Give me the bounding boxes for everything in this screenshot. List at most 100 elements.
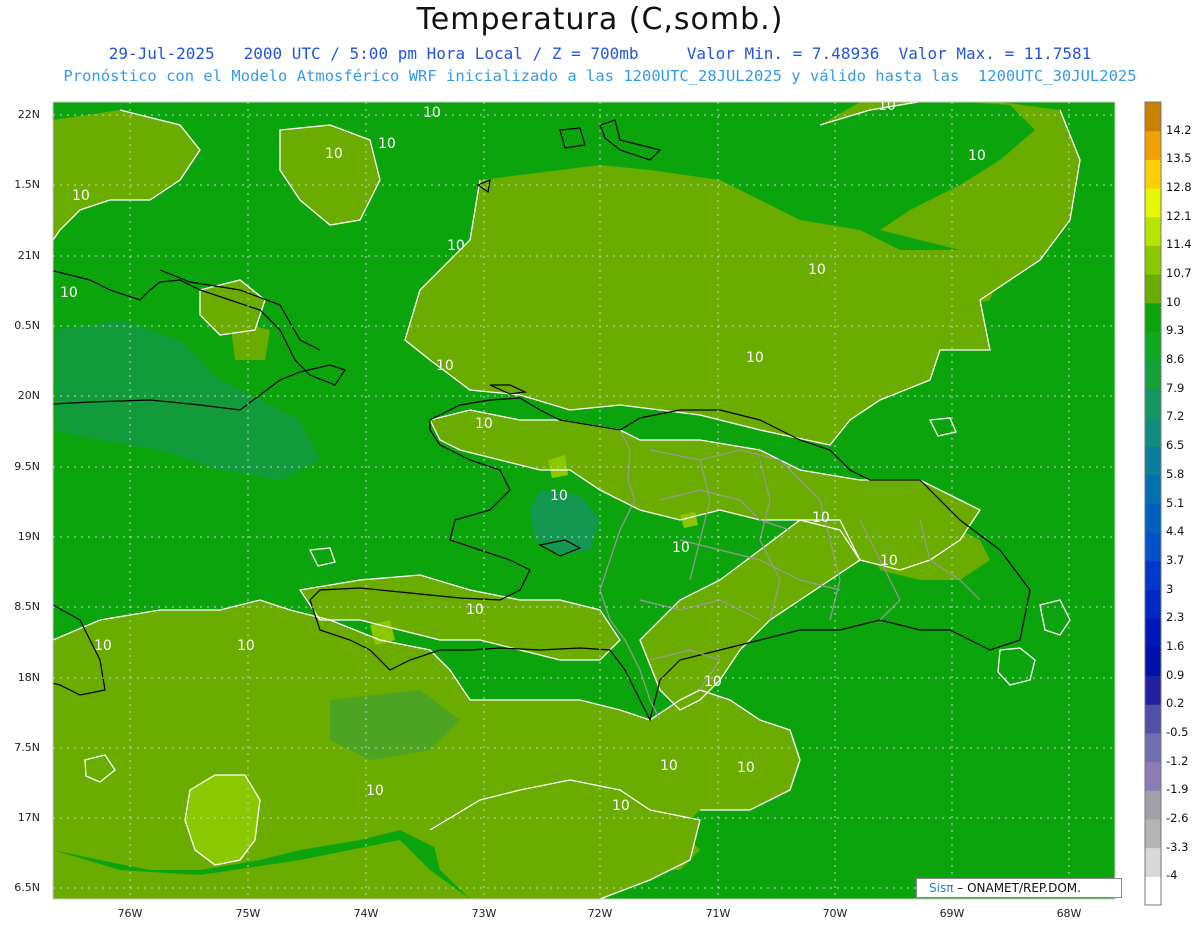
colorbar-label: 5.1 — [1166, 495, 1185, 510]
colorbar-swatch — [1145, 732, 1161, 763]
lat-label: 8.5N — [14, 600, 40, 613]
colorbar-swatch — [1145, 560, 1161, 591]
contour-value-label: 10 — [880, 553, 898, 569]
contour-value-label: 10 — [378, 136, 396, 152]
contour-value-label: 10 — [423, 105, 441, 121]
contour-value-label: 10 — [466, 602, 484, 618]
sispi-logo-text: Sisπ — [929, 881, 954, 895]
colorbar — [1144, 101, 1162, 906]
colorbar-swatch — [1145, 589, 1161, 619]
colorbar-label: 3 — [1166, 581, 1174, 596]
colorbar-swatch — [1145, 618, 1161, 648]
temperature-map: 10 10 10 10 10 10 10 10 10 10 10 10 10 10 10 10 10 10 10 10… — [52, 98, 1162, 906]
colorbar-swatch — [1145, 532, 1161, 562]
colorbar-swatch — [1145, 302, 1161, 332]
colorbar-swatch — [1145, 646, 1161, 677]
credit-box: Sisπ – ONAMET/REP.DOM. — [916, 878, 1122, 898]
colorbar-swatch — [1145, 245, 1161, 275]
contour-value-label: 10 — [746, 350, 764, 366]
colorbar-label: 10.7 — [1166, 266, 1192, 281]
lat-label: 19N — [17, 530, 40, 543]
contour-value-label: 10 — [366, 783, 384, 799]
colorbar-label: -4 — [1166, 868, 1178, 883]
contour-value-label: 10 — [808, 262, 826, 278]
contour-value-label: 10 — [237, 638, 255, 654]
map-plot-area — [53, 102, 1115, 899]
contour-value-label: 10 — [436, 358, 454, 374]
contour-value-label: 10 — [660, 758, 678, 774]
colorbar-swatch — [1145, 188, 1161, 218]
colorbar-label: 11.4 — [1166, 237, 1192, 252]
contour-value-label: 10 — [672, 540, 690, 556]
lat-label: 22N — [17, 108, 40, 121]
colorbar-swatch — [1145, 790, 1161, 820]
colorbar-label: 2.3 — [1166, 610, 1185, 625]
lat-label: 21N — [17, 249, 40, 262]
colorbar-swatch — [1145, 876, 1161, 906]
colorbar-swatch — [1145, 331, 1161, 361]
lon-label: 74W — [353, 907, 379, 920]
colorbar-label: -1.2 — [1166, 753, 1189, 768]
colorbar-label: 7.9 — [1166, 380, 1185, 395]
contour-value-label: 10 — [72, 188, 90, 204]
colorbar-swatch — [1145, 388, 1161, 418]
colorbar-swatch — [1145, 102, 1161, 132]
colorbar-swatch — [1145, 274, 1161, 304]
contour-value-label: 10 — [737, 760, 755, 776]
lon-label: 73W — [471, 907, 497, 920]
colorbar-swatch — [1145, 360, 1161, 390]
colorbar-label: 12.1 — [1166, 208, 1192, 223]
colorbar-label: -3.3 — [1166, 839, 1189, 854]
colorbar-label: 3.7 — [1166, 552, 1185, 567]
lat-label: 1.5N — [14, 178, 40, 191]
colorbar-label: 0.9 — [1166, 667, 1185, 682]
colorbar-swatch — [1145, 503, 1161, 533]
lon-label: 71W — [705, 907, 731, 920]
colorbar-label: 10 — [1166, 294, 1181, 309]
lon-label: 75W — [235, 907, 261, 920]
lon-label: 70W — [822, 907, 848, 920]
colorbar-label: 13.5 — [1166, 151, 1192, 166]
contour-value-label: 10 — [94, 638, 112, 654]
lat-label: 20N — [17, 389, 40, 402]
colorbar-swatch — [1145, 159, 1161, 189]
credit-org: – ONAMET/REP.DOM. — [953, 881, 1081, 895]
lat-label: 0.5N — [14, 319, 40, 332]
contour-value-label: 10 — [968, 148, 986, 164]
colorbar-label: -2.6 — [1166, 810, 1189, 825]
lat-label: 17N — [17, 811, 40, 824]
lat-label: 6.5N — [14, 881, 40, 894]
colorbar-label: 14.2 — [1166, 122, 1192, 137]
colorbar-label: 1.6 — [1166, 638, 1185, 653]
colorbar-label: 9.3 — [1166, 323, 1185, 338]
colorbar-swatch — [1145, 761, 1161, 791]
contour-value-label: 10 — [612, 798, 630, 814]
colorbar-swatch — [1145, 675, 1161, 705]
contour-value-label: 10 — [447, 238, 465, 254]
lat-label: 7.5N — [14, 741, 40, 754]
lon-label: 76W — [117, 907, 143, 920]
contour-value-label: 10 — [812, 510, 830, 526]
colorbar-swatch — [1145, 474, 1161, 504]
colorbar-label: 12.8 — [1166, 180, 1192, 195]
contour-value-label: 10 — [60, 285, 78, 301]
colorbar-swatch — [1145, 847, 1161, 877]
lon-label: 72W — [587, 907, 613, 920]
lon-label: 68W — [1056, 907, 1082, 920]
colorbar-swatch — [1145, 417, 1161, 447]
contour-value-label: 10 — [704, 674, 722, 690]
colorbar-label: 8.6 — [1166, 352, 1185, 367]
colorbar-label: 6.5 — [1166, 438, 1185, 453]
colorbar-swatch — [1145, 216, 1161, 246]
colorbar-label: -0.5 — [1166, 724, 1189, 739]
contour-value-label: 10 — [475, 416, 493, 432]
colorbar-swatch — [1145, 704, 1161, 734]
colorbar-swatch — [1145, 446, 1161, 476]
colorbar-label: 4.4 — [1166, 524, 1185, 539]
contour-value-label: 10 — [878, 98, 896, 114]
colorbar-label: 7.2 — [1166, 409, 1185, 424]
colorbar-label: 5.8 — [1166, 466, 1185, 481]
lat-label: 9.5N — [14, 460, 40, 473]
lat-label: 18N — [17, 671, 40, 684]
colorbar-swatch — [1145, 130, 1161, 160]
